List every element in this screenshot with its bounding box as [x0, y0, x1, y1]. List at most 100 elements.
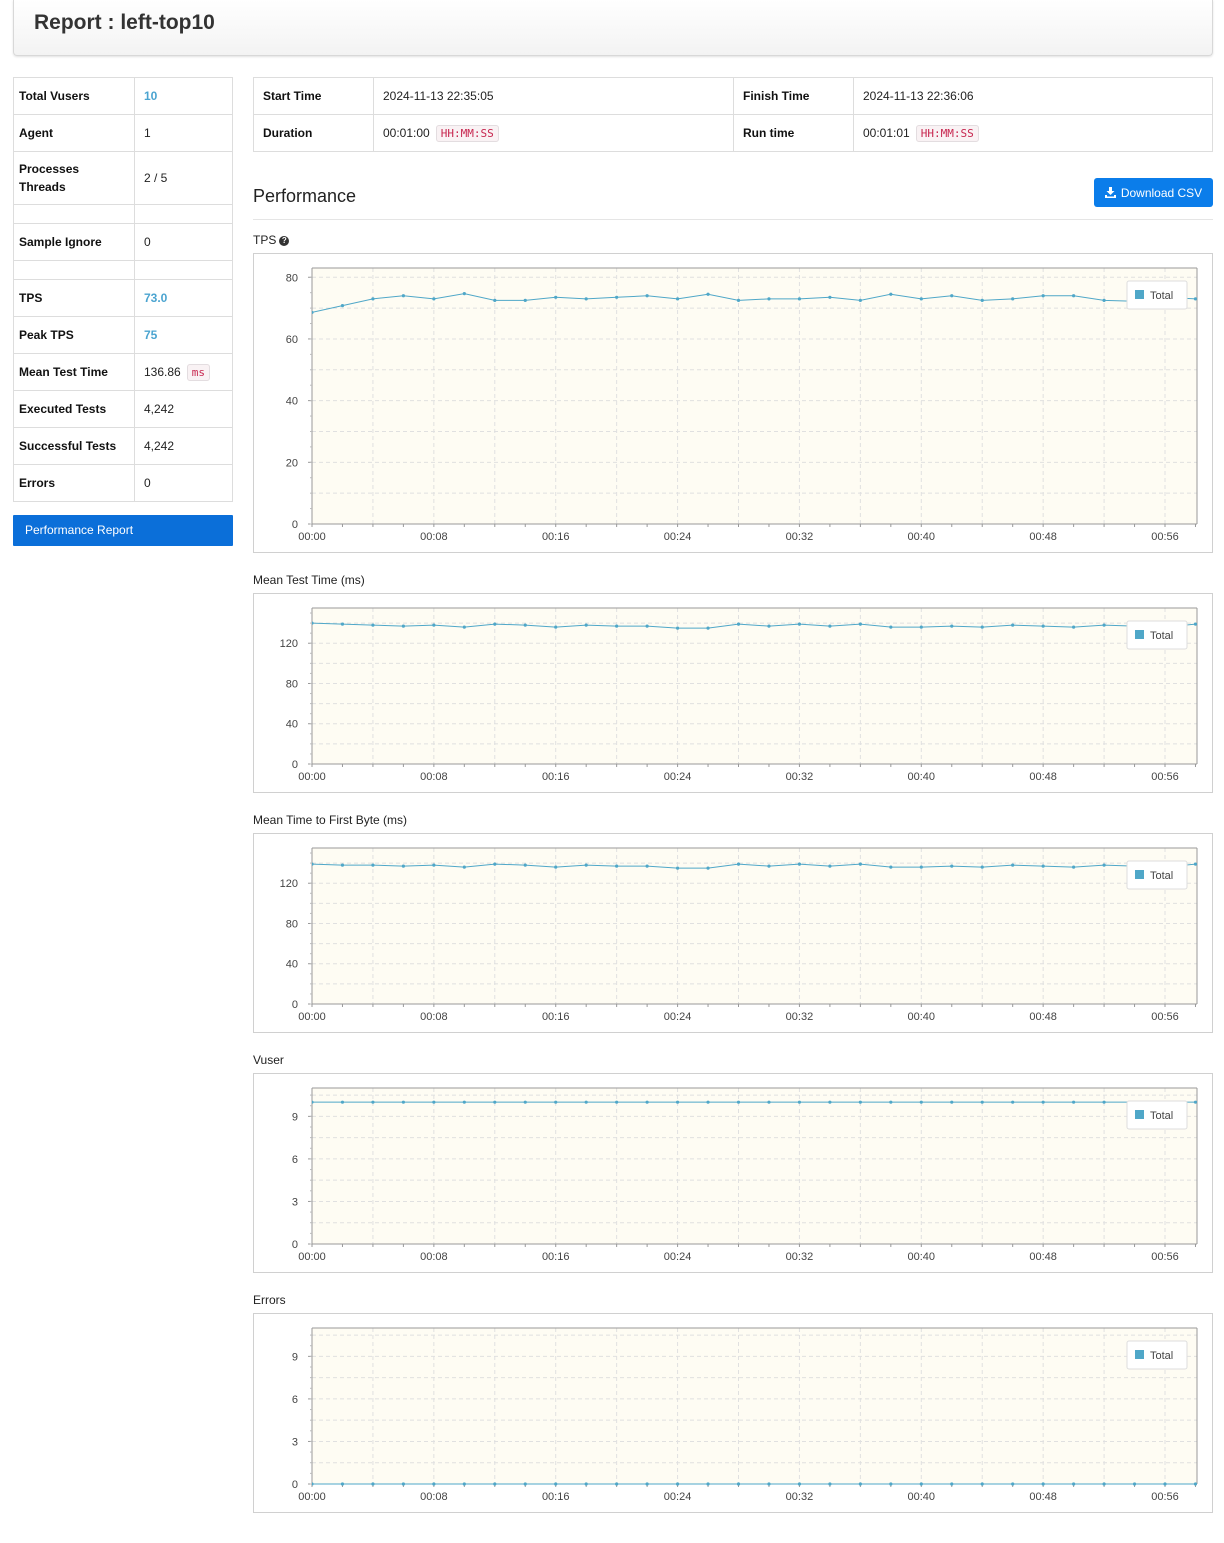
ttfb-chart-svg: 0 40 80 120 00:00 00:08 00:16 00:24 00:32 00:40 00… — [280, 847, 1198, 1023]
x-tick-label: 00:16 — [542, 531, 570, 543]
summary-row-successful-tests: Successful Tests 4,242 — [13, 427, 233, 465]
tps-link[interactable]: 73.0 — [134, 279, 233, 317]
data-point — [401, 624, 405, 628]
tps-chart-svg: 0 20 40 60 80 00:00 00:08 00:16 00:24 00:32 00:40 0… — [286, 267, 1198, 543]
data-point — [736, 1482, 741, 1486]
report-header: Report : left-top10 — [13, 0, 1213, 56]
ttfb-chart: 0 40 80 120 00:00 00:08 00:16 00:24 00:32 00:40 00… — [253, 833, 1213, 1033]
data-point — [1102, 623, 1106, 627]
summary-value: 136.86 ms — [134, 353, 233, 391]
summary-spacer-row — [13, 260, 233, 280]
x-tick-label: 00:24 — [664, 771, 692, 783]
data-point — [432, 863, 436, 867]
data-point — [767, 297, 771, 301]
data-point — [919, 1482, 923, 1486]
x-tick-label: 00:40 — [908, 1491, 936, 1503]
data-point — [432, 1482, 436, 1486]
x-tick-label: 00:00 — [298, 531, 326, 543]
data-point — [950, 864, 954, 868]
y-tick-label: 120 — [280, 638, 298, 650]
y-tick-label: 0 — [292, 1479, 298, 1491]
summary-key: TPS — [13, 279, 135, 317]
run-info-table: Start Time 2024-11-13 22:35:05 Finish Ti… — [253, 77, 1213, 152]
info-row-durations: Duration 00:01:00 HH:MM:SS Run time 00:01… — [253, 114, 1213, 152]
y-tick-label: 60 — [286, 334, 298, 346]
data-point — [1041, 1482, 1045, 1486]
data-point — [1011, 1482, 1015, 1486]
x-tick-label: 00:40 — [908, 1251, 936, 1263]
summary-key: Successful Tests — [13, 427, 135, 465]
data-point — [1193, 1100, 1197, 1104]
performance-heading: Performance — [253, 186, 357, 206]
data-point — [797, 297, 802, 301]
data-point — [371, 297, 375, 301]
x-tick-label: 00:24 — [664, 1251, 692, 1263]
data-point — [432, 1100, 436, 1104]
mean-test-time-value: 136.86 — [144, 365, 181, 379]
x-tick-label: 00:32 — [786, 771, 814, 783]
mean-test-time-chart-title: Mean Test Time (ms) — [253, 573, 365, 587]
data-point — [767, 864, 771, 868]
x-tick-label: 00:48 — [1029, 1251, 1057, 1263]
processes-label: Processes — [19, 162, 80, 176]
threads-label: Threads — [19, 180, 66, 194]
data-point — [1041, 1100, 1045, 1104]
data-point — [645, 1482, 649, 1486]
data-point — [523, 863, 527, 867]
performance-report-button[interactable]: Performance Report — [13, 515, 233, 546]
errors-chart: 0 3 6 9 00:00 00:08 00:16 00:24 00:32 00:40 00:48 0… — [253, 1313, 1213, 1513]
summary-key: Mean Test Time — [13, 353, 135, 391]
data-point — [950, 1100, 954, 1104]
y-tick-label: 0 — [292, 759, 298, 771]
summary-row-executed-tests: Executed Tests 4,242 — [13, 390, 233, 428]
data-point — [615, 864, 619, 868]
x-tick-label: 00:08 — [420, 771, 448, 783]
summary-row-sample-ignore: Sample Ignore 0 — [13, 223, 233, 261]
x-tick-label: 00:40 — [908, 1011, 936, 1023]
data-point — [523, 1100, 527, 1104]
data-point — [493, 622, 497, 626]
data-point — [523, 298, 527, 302]
legend-label: Total — [1150, 630, 1173, 642]
x-tick-label: 00:08 — [420, 531, 448, 543]
data-point — [371, 863, 375, 867]
data-point — [523, 623, 527, 627]
y-tick-label: 0 — [292, 999, 298, 1011]
y-tick-label: 6 — [292, 1154, 298, 1166]
data-point — [554, 1482, 558, 1486]
summary-row-tps: TPS 73.0 — [13, 279, 233, 317]
download-csv-button[interactable]: Download CSV — [1094, 178, 1213, 207]
legend: Total — [1126, 280, 1188, 310]
data-point — [736, 1100, 741, 1104]
data-point — [1011, 297, 1015, 301]
vuser-chart-title: Vuser — [253, 1053, 284, 1067]
y-tick-label: 3 — [292, 1196, 298, 1208]
data-point — [1072, 1100, 1076, 1104]
legend-swatch — [1135, 1350, 1144, 1359]
data-point — [706, 1100, 710, 1104]
peak-tps-link[interactable]: 75 — [134, 316, 233, 354]
legend: Total — [1126, 620, 1188, 650]
legend-label: Total — [1150, 870, 1173, 882]
data-point — [1072, 1482, 1076, 1486]
data-point — [1163, 1482, 1167, 1486]
y-tick-label: 120 — [280, 878, 298, 890]
y-tick-label: 80 — [286, 918, 298, 930]
data-point — [493, 298, 497, 302]
x-tick-label: 00:00 — [298, 771, 326, 783]
y-tick-label: 0 — [292, 519, 298, 531]
start-time-label: Start Time — [253, 77, 374, 115]
data-point — [1041, 864, 1045, 868]
summary-value: 1 — [134, 114, 233, 152]
info-row-times: Start Time 2024-11-13 22:35:05 Finish Ti… — [253, 77, 1213, 115]
data-point — [675, 297, 680, 301]
x-tick-label: 00:32 — [786, 1491, 814, 1503]
total-vusers-link[interactable]: 10 — [134, 77, 233, 115]
legend-swatch — [1135, 1110, 1144, 1119]
data-point — [797, 862, 802, 866]
data-point — [950, 1482, 954, 1486]
tps-chart-title: TPS? — [253, 233, 290, 247]
x-tick-label: 00:24 — [664, 1491, 692, 1503]
data-point — [706, 1482, 710, 1486]
help-icon[interactable]: ? — [279, 236, 290, 246]
